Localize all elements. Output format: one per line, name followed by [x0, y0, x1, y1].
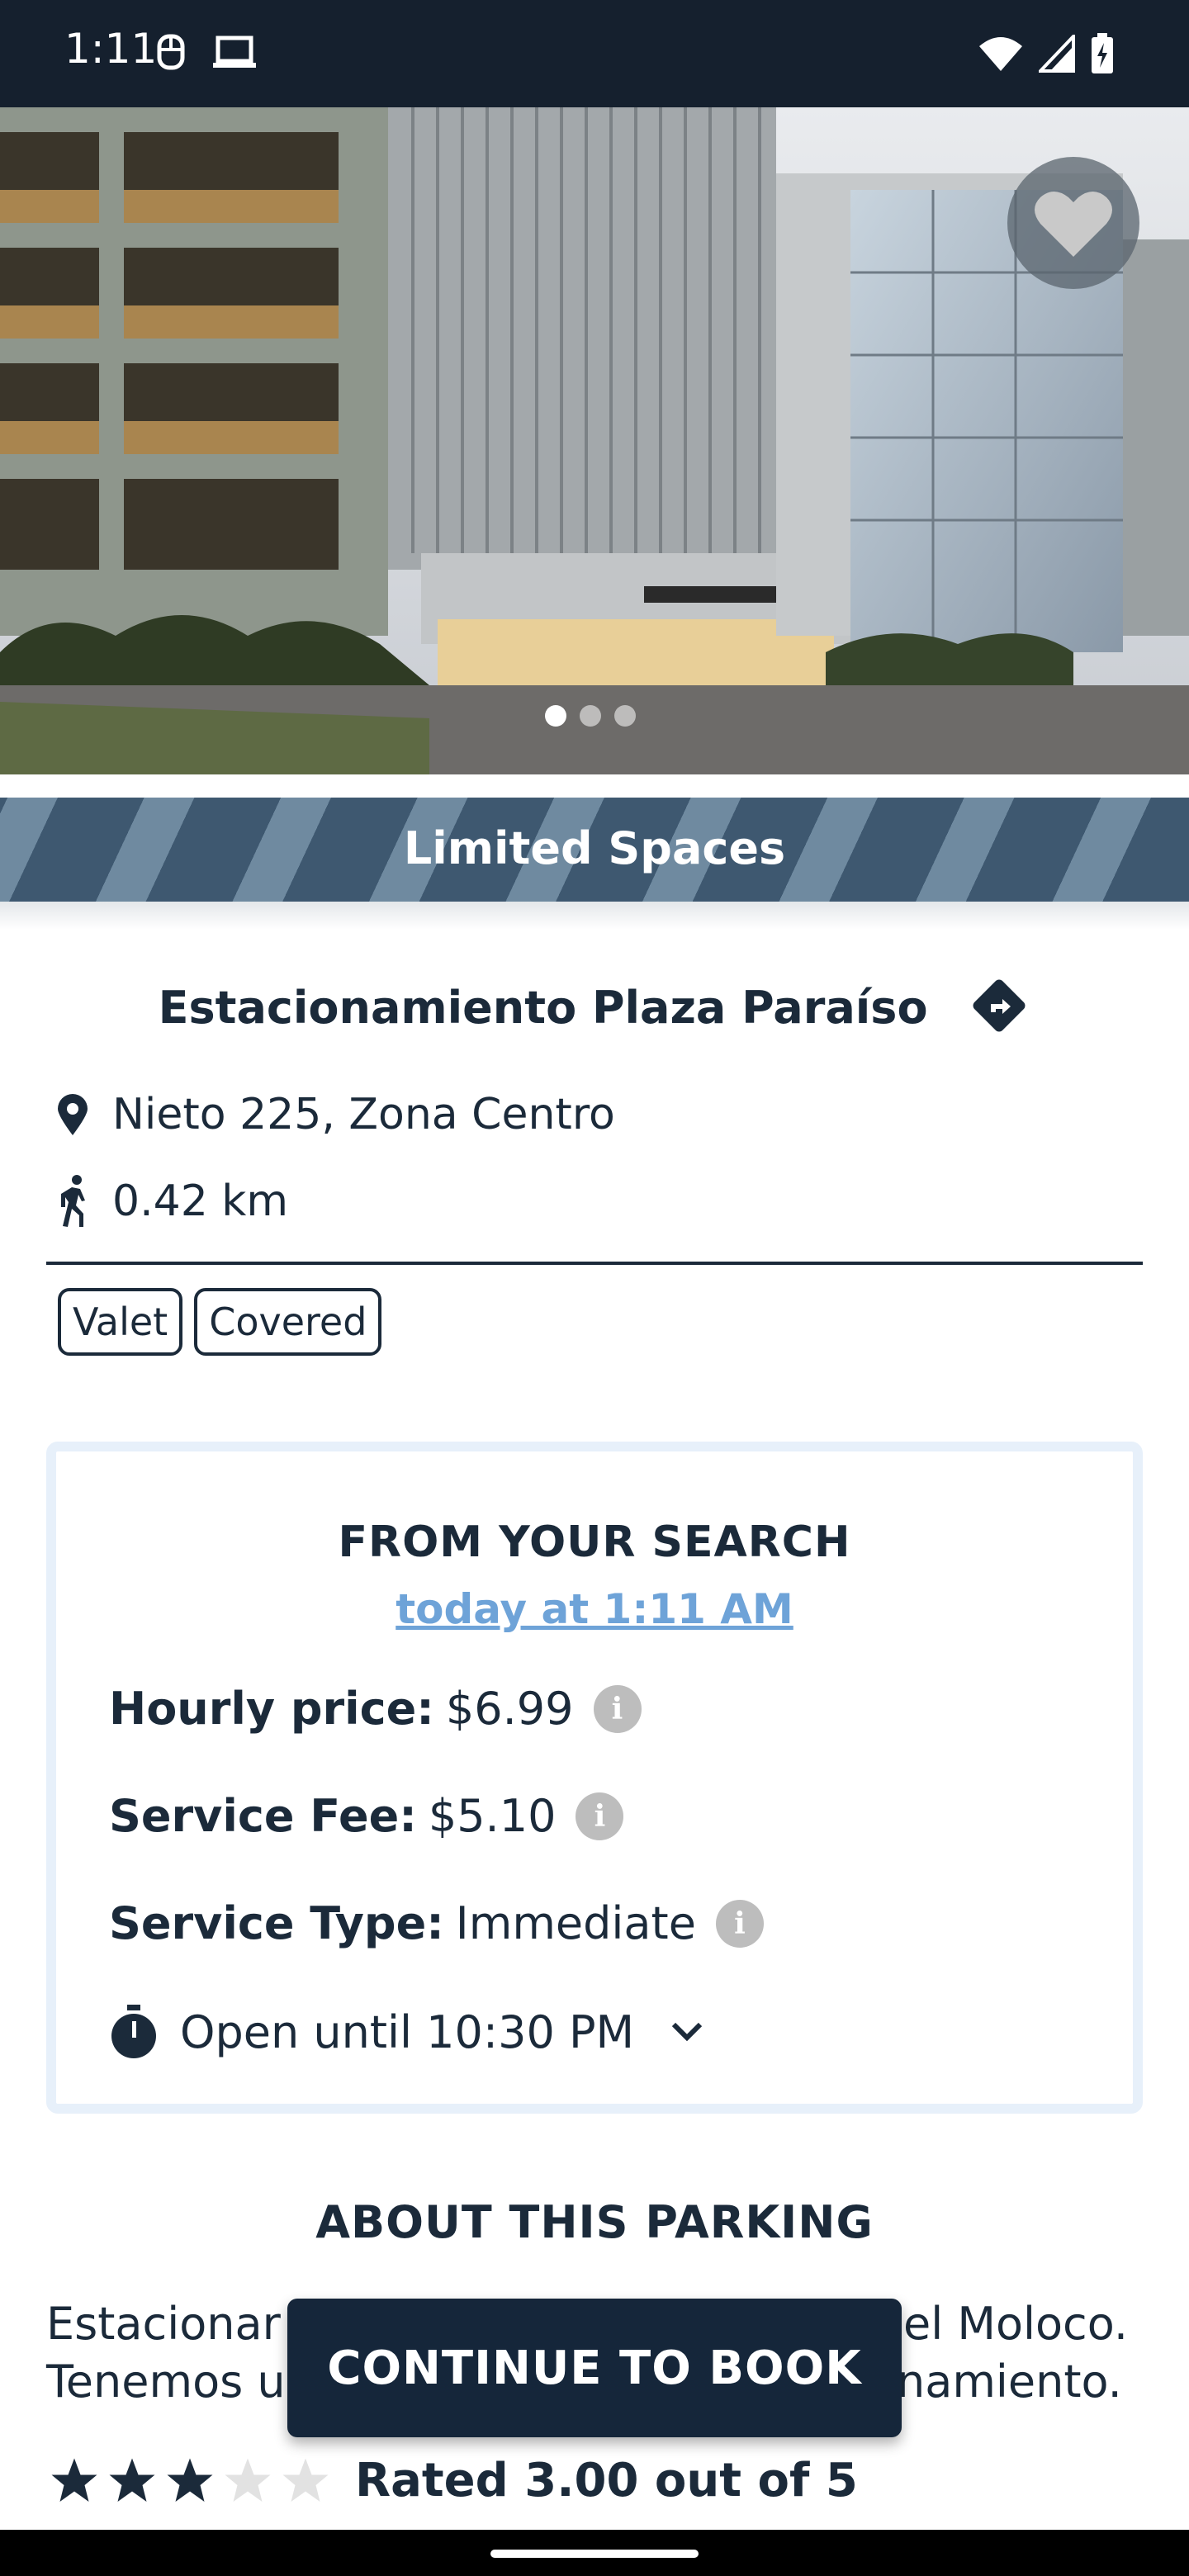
walking-icon	[50, 1174, 96, 1229]
hourly-price-row: Hourly price: $6.99 i	[109, 1683, 642, 1735]
battery-icon	[1090, 33, 1115, 78]
star-empty-icon	[282, 2458, 329, 2502]
service-type-row: Service Type: Immediate i	[109, 1897, 764, 1949]
hourly-price-value: $6.99	[445, 1683, 574, 1735]
feature-tags: Valet Covered	[58, 1288, 382, 1356]
heart-icon	[1035, 192, 1112, 257]
banner-shadow	[0, 902, 1189, 930]
status-bar: 1:11	[0, 0, 1189, 107]
about-line2-left: Tenemos u	[46, 2356, 286, 2408]
continue-to-book-button[interactable]: CONTINUE TO BOOK	[287, 2299, 902, 2437]
banner-text: Limited Spaces	[403, 822, 786, 874]
info-icon[interactable]: i	[593, 1684, 642, 1733]
availability-banner: Limited Spaces	[0, 798, 1189, 902]
rating-row: Rated 3.00 out of 5	[50, 2454, 858, 2507]
rating-text: Rated 3.00 out of 5	[355, 2454, 858, 2507]
distance-text: 0.42 km	[112, 1177, 289, 1226]
signal-icon	[1036, 32, 1075, 76]
search-card-heading: FROM YOUR SEARCH	[338, 1518, 851, 1567]
star-empty-icon	[225, 2458, 271, 2502]
open-until-text: Open until 10:30 PM	[180, 2005, 635, 2058]
parking-title: Estacionamiento Plaza Paraíso	[0, 974, 1189, 1048]
laptop-icon	[211, 33, 258, 74]
directions-icon[interactable]	[968, 974, 1030, 1048]
info-icon[interactable]: i	[576, 1792, 624, 1840]
system-navigation-bar	[0, 2530, 1189, 2576]
address-text: Nieto 225, Zona Centro	[112, 1090, 615, 1139]
location-pin-icon	[50, 1092, 96, 1137]
tag-covered: Covered	[194, 1288, 382, 1356]
tag-valet: Valet	[58, 1288, 183, 1356]
service-type-value: Immediate	[455, 1897, 696, 1949]
about-line2-right: namiento.	[897, 2356, 1122, 2408]
about-heading: ABOUT THIS PARKING	[315, 2196, 874, 2248]
wifi-icon	[978, 35, 1024, 76]
service-type-label: Service Type:	[109, 1897, 444, 1949]
service-fee-row: Service Fee: $5.10 i	[109, 1790, 624, 1842]
search-summary-card: FROM YOUR SEARCH today at 1:11 AM Hourly…	[46, 1442, 1143, 2114]
service-fee-label: Service Fee:	[109, 1790, 417, 1842]
opening-hours-row[interactable]: Open until 10:30 PM	[109, 2005, 703, 2059]
hourly-price-label: Hourly price:	[109, 1683, 434, 1735]
carousel-dot[interactable]	[614, 705, 636, 727]
hero-image-carousel[interactable]	[0, 107, 1189, 774]
favorite-button[interactable]	[1007, 157, 1139, 289]
chevron-down-icon[interactable]	[670, 2021, 703, 2043]
carousel-dot[interactable]	[580, 705, 601, 727]
divider	[46, 1262, 1143, 1265]
star-filled-icon	[51, 2458, 97, 2502]
star-filled-icon	[167, 2458, 213, 2502]
star-filled-icon	[109, 2458, 155, 2502]
home-gesture-handle[interactable]	[490, 2550, 699, 2558]
info-icon[interactable]: i	[715, 1899, 764, 1948]
carousel-indicator	[545, 705, 636, 727]
service-fee-value: $5.10	[428, 1790, 557, 1842]
distance-row: 0.42 km	[50, 1174, 288, 1229]
parking-name: Estacionamiento Plaza Paraíso	[158, 982, 928, 1035]
timer-icon	[109, 2005, 159, 2059]
carousel-dot[interactable]	[545, 705, 566, 727]
search-time-link[interactable]: today at 1:11 AM	[56, 1585, 1133, 1633]
address-row: Nieto 225, Zona Centro	[50, 1090, 615, 1139]
about-line1-left: Estacionar	[46, 2298, 281, 2350]
notification-icon	[155, 33, 187, 74]
status-time: 1:11	[64, 25, 158, 73]
about-line1-right: el Moloco.	[903, 2298, 1129, 2350]
